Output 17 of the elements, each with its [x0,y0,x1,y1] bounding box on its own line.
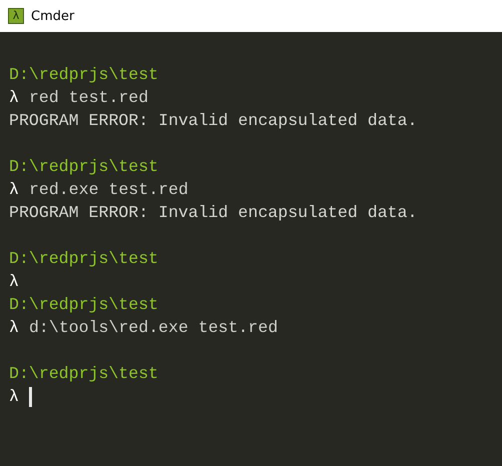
app-icon: λ [8,8,24,24]
prompt-path: D:\redprjs\test [9,294,158,316]
prompt-symbol: λ [9,179,19,201]
prompt-symbol: λ [9,87,19,109]
command-text: red.exe test.red [28,179,188,201]
prompt-path: D:\redprjs\test [9,248,158,270]
error-output: PROGRAM ERROR: Invalid encapsulated data. [9,110,418,132]
command-text: red test.red [28,87,148,109]
window-title: Cmder [31,8,74,24]
prompt-symbol: λ [9,317,19,339]
prompt-path: D:\redprjs\test [9,64,158,86]
prompt-path: D:\redprjs\test [9,156,158,178]
prompt-symbol: λ [9,271,19,293]
command-text: d:\tools\red.exe test.red [28,317,278,339]
error-output: PROGRAM ERROR: Invalid encapsulated data. [9,202,418,224]
prompt-symbol: λ [9,386,19,408]
prompt-path: D:\redprjs\test [9,363,158,385]
